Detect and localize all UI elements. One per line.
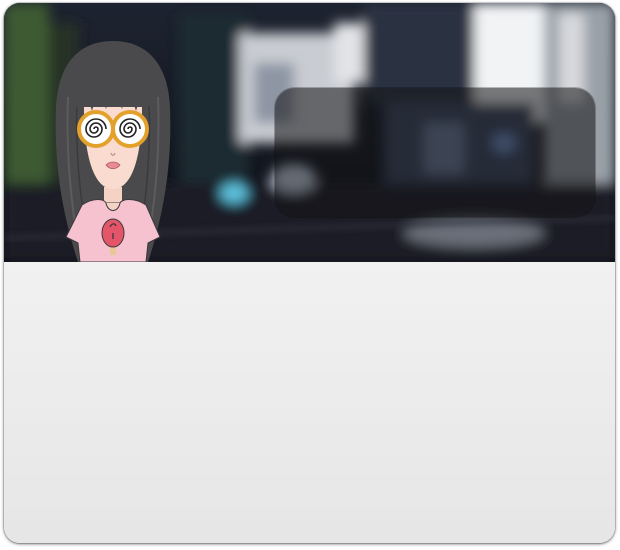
translucent-overlay-panel <box>275 88 595 217</box>
card-body <box>4 262 615 543</box>
profile-card <box>4 3 615 543</box>
header-photo <box>4 3 615 262</box>
cartoon-avatar-image <box>55 41 171 262</box>
